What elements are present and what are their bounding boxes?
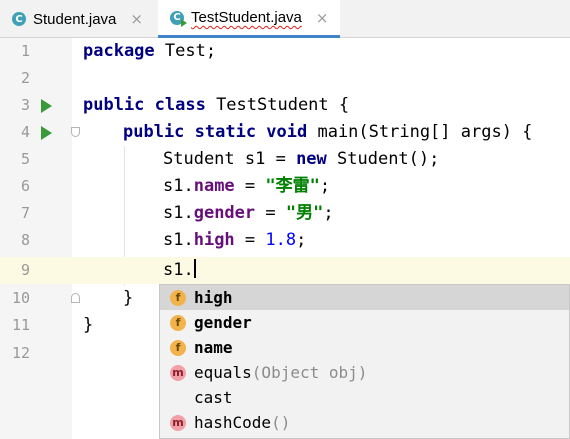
code-text[interactable]: package Test; [83, 38, 216, 65]
completion-name: equals [194, 363, 252, 382]
tab-teststudent-java[interactable]: C TestStudent.java × [158, 0, 341, 38]
text-caret [193, 259, 196, 278]
code-line-2[interactable]: 2 [0, 65, 570, 92]
code-line-9[interactable]: 9 s1. [0, 257, 570, 284]
code-line-7[interactable]: 7 s1.gender = "男"; [0, 200, 570, 227]
code-line-5[interactable]: 5 Student s1 = new Student(); [0, 146, 570, 173]
editor-tab-bar: C Student.java × C TestStudent.java × [0, 0, 570, 38]
code-text[interactable]: Student s1 = new Student(); [163, 146, 439, 173]
completion-name: hashCode [194, 413, 272, 432]
code-text[interactable]: s1. [163, 257, 196, 284]
completion-name: gender [194, 313, 252, 332]
tab-label: Student.java [33, 10, 117, 28]
line-number: 2 [20, 69, 30, 87]
blank-icon [170, 390, 186, 406]
line-number: 10 [11, 289, 30, 307]
tab-student-java[interactable]: C Student.java × [12, 0, 143, 38]
field-icon: f [170, 289, 186, 306]
line-number: 11 [11, 316, 30, 334]
code-text[interactable]: s1.name = "李雷"; [163, 173, 330, 200]
runnable-class-icon: C [170, 10, 187, 27]
method-icon: m [170, 414, 186, 431]
method-icon: m [170, 364, 186, 381]
completion-item-hashcode[interactable]: m hashCode () [160, 410, 569, 435]
completion-name: cast [194, 388, 233, 407]
fold-icon[interactable] [71, 127, 80, 137]
code-completion-popup: f high f gender f name m equals (Object … [159, 284, 570, 439]
field-icon: f [170, 339, 186, 356]
field-icon: f [170, 314, 186, 331]
completion-signature: () [271, 413, 291, 432]
code-text[interactable]: s1.gender = "男"; [163, 200, 334, 227]
class-icon: C [12, 12, 26, 26]
tab-label: TestStudent.java [191, 9, 302, 26]
line-number: 6 [20, 177, 30, 195]
line-number: 7 [20, 204, 30, 222]
line-number: 8 [20, 231, 30, 249]
completion-name: high [194, 288, 233, 307]
code-line-1[interactable]: 1 package Test; [0, 38, 570, 65]
code-line-4[interactable]: 4 public static void main(String[] args)… [0, 119, 570, 146]
code-text[interactable]: } [123, 285, 133, 312]
completion-signature: (Object obj) [251, 363, 368, 382]
line-number: 9 [20, 261, 30, 279]
line-number: 1 [20, 42, 30, 60]
run-icon[interactable] [41, 126, 52, 140]
completion-item-equals[interactable]: m equals (Object obj) [160, 360, 569, 385]
completion-item-high[interactable]: f high [160, 285, 569, 310]
line-number: 12 [11, 344, 30, 362]
line-number: 3 [20, 96, 30, 114]
fold-icon[interactable] [71, 293, 80, 303]
close-icon[interactable]: × [316, 9, 329, 27]
code-line-6[interactable]: 6 s1.name = "李雷"; [0, 173, 570, 200]
code-text[interactable]: } [83, 312, 93, 339]
run-icon[interactable] [41, 99, 52, 113]
line-number: 5 [20, 150, 30, 168]
code-text[interactable]: public class TestStudent { [83, 92, 349, 119]
code-text[interactable]: public static void main(String[] args) { [123, 119, 532, 146]
code-text[interactable]: s1.high = 1.8; [163, 227, 306, 254]
completion-item-name[interactable]: f name [160, 335, 569, 360]
completion-item-gender[interactable]: f gender [160, 310, 569, 335]
code-line-3[interactable]: 3 public class TestStudent { [0, 92, 570, 119]
code-line-8[interactable]: 8 s1.high = 1.8; [0, 227, 570, 254]
close-icon[interactable]: × [130, 10, 143, 28]
completion-name: name [194, 338, 233, 357]
completion-item-cast[interactable]: cast [160, 385, 569, 410]
line-number: 4 [20, 123, 30, 141]
